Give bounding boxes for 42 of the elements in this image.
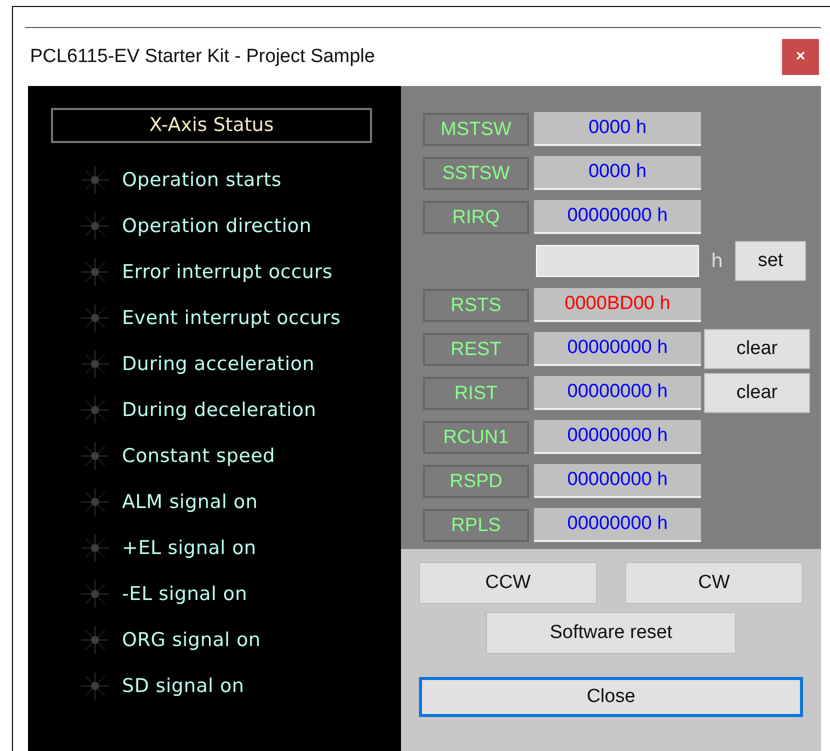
register-name: RIST (423, 376, 529, 410)
register-value: 0000BD00 h (534, 288, 701, 322)
window-title: PCL6115-EV Starter Kit - Project Sample (30, 46, 375, 68)
register-value: 00000000 h (534, 464, 701, 498)
register-name: RPLS (423, 508, 529, 542)
register-value: 0000 h (534, 112, 701, 146)
register-value: 00000000 h (534, 200, 701, 234)
register-value: 00000000 h (534, 420, 701, 454)
status-label: During deceleration (122, 399, 316, 421)
status-label: During acceleration (122, 353, 315, 375)
register-value: 00000000 h (534, 332, 701, 366)
register-name: RCUN1 (423, 420, 529, 454)
input-field[interactable] (536, 245, 699, 277)
set-button[interactable]: set (735, 241, 806, 281)
close-button[interactable]: Close (419, 677, 803, 717)
register-name: MSTSW (423, 112, 529, 146)
register-name: REST (423, 332, 529, 366)
status-label: -EL signal on (122, 583, 248, 605)
status-label: ORG signal on (122, 629, 261, 651)
status-label: Constant speed (122, 445, 276, 467)
cw-button[interactable]: CW (625, 562, 803, 604)
register-value: 00000000 h (534, 508, 701, 542)
close-button[interactable]: × (782, 39, 819, 75)
status-label: +EL signal on (122, 537, 256, 559)
register-name: RSTS (423, 288, 529, 322)
status-label: SD signal on (122, 675, 244, 697)
ccw-button[interactable]: CCW (419, 562, 597, 604)
register-name: RSPD (423, 464, 529, 498)
status-label: ALM signal on (122, 491, 258, 513)
register-value: 00000000 h (534, 376, 701, 410)
unit-label: h (711, 250, 724, 272)
software-reset-button[interactable]: Software reset (486, 612, 736, 654)
register-name: SSTSW (423, 156, 529, 190)
clear-button[interactable]: clear (704, 373, 810, 413)
register-name: RIRQ (423, 200, 529, 234)
status-label: Error interrupt occurs (122, 261, 333, 283)
status-label: Event interrupt occurs (122, 307, 341, 329)
register-value: 0000 h (534, 156, 701, 190)
clear-button[interactable]: clear (704, 329, 810, 369)
status-label: Operation starts (122, 169, 282, 191)
panel-title: X-Axis Status (51, 108, 372, 143)
status-label: Operation direction (122, 215, 312, 237)
